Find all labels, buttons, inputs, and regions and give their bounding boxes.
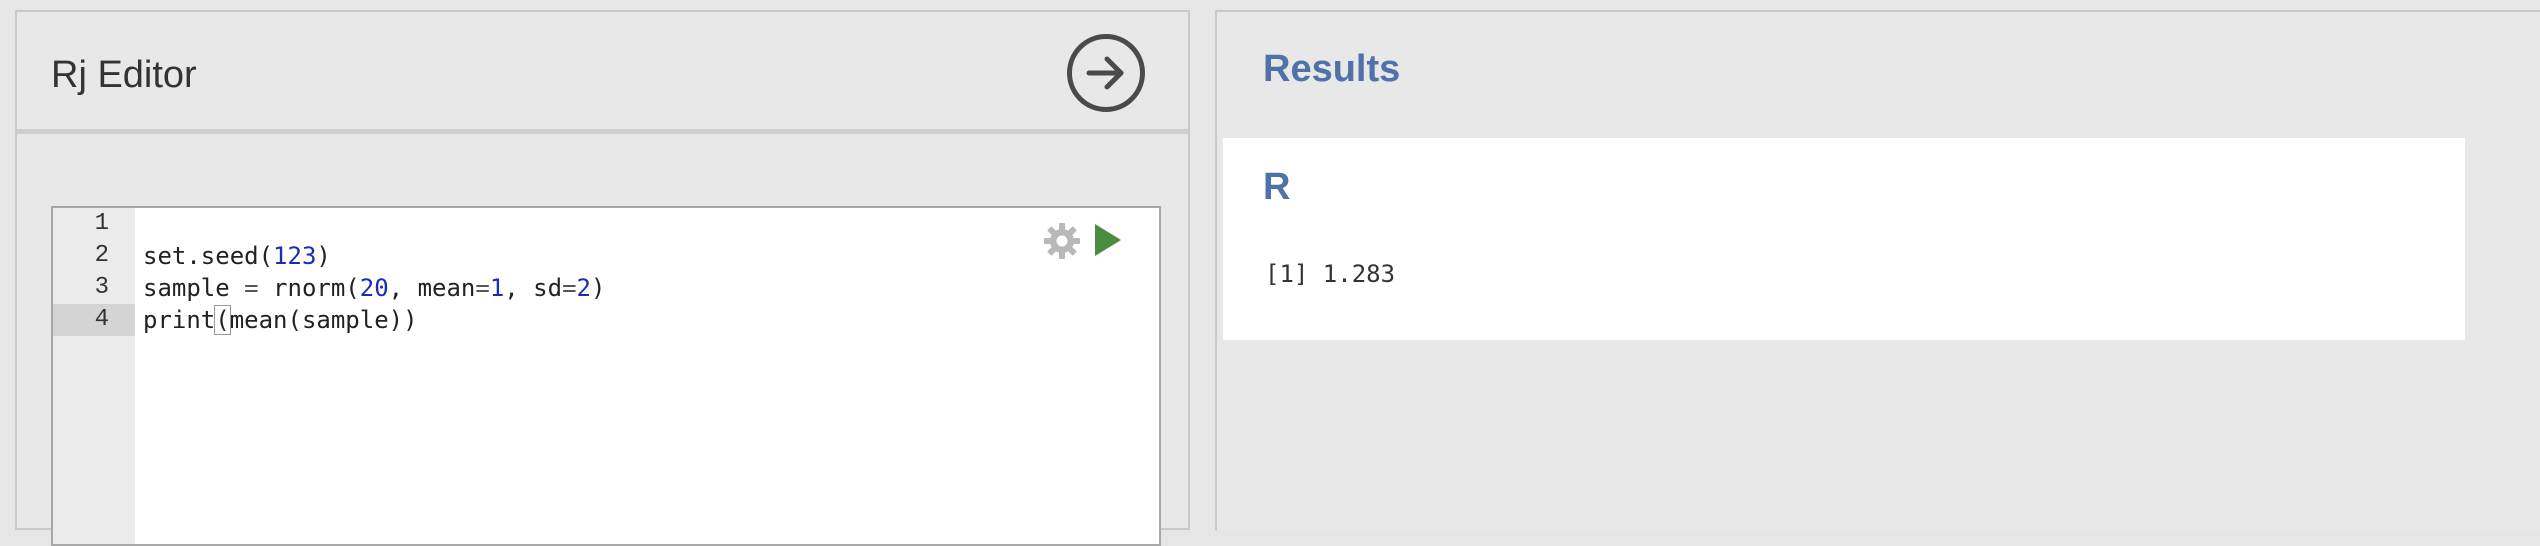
editor-title: Rj Editor [51, 54, 197, 96]
code-token: set.seed( [143, 242, 274, 270]
gear-icon[interactable] [1043, 222, 1081, 260]
code-operator: = [244, 274, 259, 302]
code-token: mean(sample)) [229, 306, 418, 334]
code-number: 123 [273, 242, 317, 270]
code-line-3[interactable]: 3 sample = rnorm(20, mean=1, sd=2) [53, 272, 1159, 304]
code-token: , mean [388, 274, 476, 302]
code-token: ) [316, 242, 331, 270]
line-number: 2 [94, 242, 109, 269]
code-text[interactable]: print(mean(sample)) [143, 304, 418, 336]
results-card: R [1] 1.283 [1223, 138, 2465, 340]
code-token: ) [590, 274, 606, 302]
rj-editor-panel: Rj Editor 1 2 set.seed(123) 3 sample = r… [15, 10, 1190, 546]
code-text[interactable]: sample = rnorm(20, mean=1, sd=2) [143, 272, 605, 304]
code-token: sample [143, 274, 245, 302]
results-panel: Results R [1] 1.283 [1215, 10, 2540, 530]
code-editor[interactable]: 1 2 set.seed(123) 3 sample = rnorm(20, m… [51, 206, 1161, 546]
line-number: 1 [94, 210, 109, 237]
r-output-heading: R [1263, 166, 1291, 208]
run-analysis-button[interactable] [1067, 34, 1145, 112]
code-number: 2 [576, 274, 591, 302]
play-icon[interactable] [1093, 222, 1123, 258]
code-number: 20 [359, 274, 389, 302]
page: Rj Editor 1 2 set.seed(123) 3 sample = r… [0, 0, 2540, 546]
line-number: 3 [94, 274, 109, 301]
code-operator: = [562, 274, 577, 302]
code-token: rnorm( [258, 274, 360, 302]
arrow-right-circle-icon [1086, 56, 1124, 90]
editor-header: Rj Editor [17, 12, 1188, 134]
code-text[interactable]: set.seed(123) [143, 240, 331, 272]
code-operator: = [475, 274, 490, 302]
code-number: 1 [489, 274, 505, 302]
code-line-4[interactable]: 4 print(mean(sample)) [53, 304, 1159, 336]
results-title: Results [1263, 48, 1401, 90]
code-token: , sd [504, 274, 563, 302]
code-line-1[interactable]: 1 [53, 208, 1159, 240]
code-token: print [143, 306, 216, 334]
r-output-text: [1] 1.283 [1265, 260, 1396, 288]
code-line-2[interactable]: 2 set.seed(123) [53, 240, 1159, 272]
line-number: 4 [94, 306, 109, 333]
matched-bracket: ( [214, 305, 231, 335]
